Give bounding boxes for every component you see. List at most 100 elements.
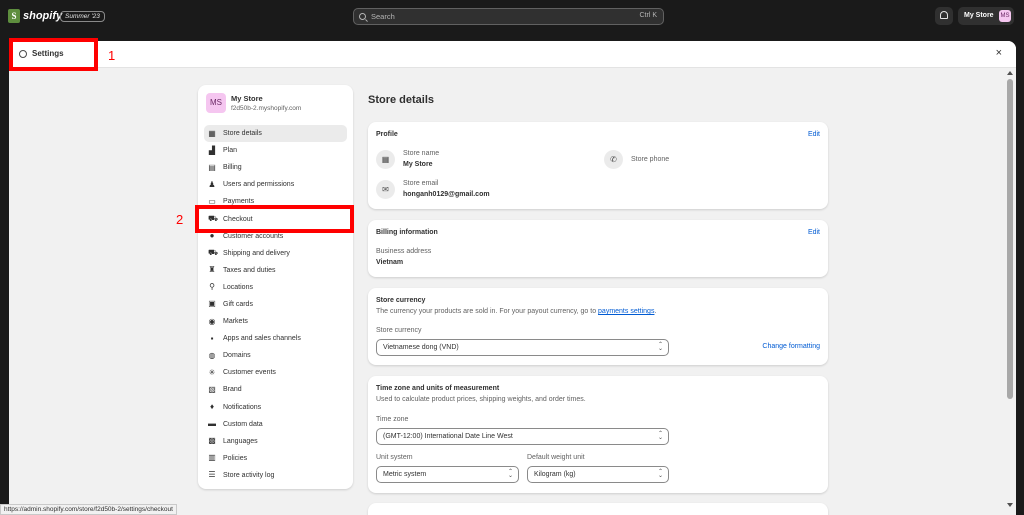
currency-title: Store currency: [376, 297, 426, 304]
customer-icon: ●: [209, 231, 215, 241]
store-name-label: Store name: [403, 150, 440, 157]
sidebar-item-label: Apps and sales channels: [223, 335, 301, 343]
sidebar-item-domains[interactable]: ◍ Domains: [204, 347, 347, 364]
sidebar-item-users[interactable]: ♟ Users and permissions: [204, 176, 347, 193]
custom-data-icon: ▬: [208, 419, 216, 429]
sidebar-item-gift-cards[interactable]: ▣ Gift cards: [204, 296, 347, 313]
billing-card: Billing information Edit Business addres…: [368, 220, 828, 277]
scroll-up-icon[interactable]: [1007, 71, 1013, 75]
chevron-updown-icon: ⌃ ⌄: [657, 342, 663, 352]
sidebar-item-languages[interactable]: ▩ Languages: [204, 433, 347, 450]
truck-icon: ⛟: [208, 248, 219, 258]
store-menu-button[interactable]: My Store MS: [958, 7, 1014, 25]
search-bar[interactable]: Search Ctrl K: [353, 8, 664, 25]
profile-title: Profile: [376, 131, 398, 138]
bell-icon: ♦: [209, 402, 215, 412]
sidebar-item-label: Locations: [223, 283, 253, 291]
brand-name: shopify: [23, 10, 63, 22]
sidebar-item-plan[interactable]: ▟ Plan: [204, 142, 347, 159]
sidebar-item-label: Users and permissions: [223, 181, 295, 189]
timezone-title: Time zone and units of measurement: [376, 385, 500, 392]
currency-card: Store currency The currency your product…: [368, 288, 828, 365]
phone-icon: ✆: [604, 150, 623, 169]
chevron-updown-icon: ⌃ ⌄: [507, 469, 513, 479]
sidebar-item-taxes[interactable]: ♜ Taxes and duties: [204, 262, 347, 279]
scroll-down-icon[interactable]: [1007, 503, 1013, 507]
billing-edit-link[interactable]: Edit: [808, 229, 820, 236]
settings-modal: Settings × MS My Store f2d50b-2.myshopif…: [9, 41, 1016, 515]
next-card: [368, 503, 828, 515]
sidebar-list: ▦ Store details ▟ Plan ▤ Billing ♟ Users and…: [204, 125, 347, 484]
edition-badge[interactable]: Summer '23: [60, 11, 105, 22]
languages-icon: ▩: [208, 436, 216, 446]
shopify-bag-icon: S: [8, 9, 20, 23]
events-icon: ✳: [208, 367, 216, 377]
store-email-value: honganh0129@gmail.com: [403, 191, 490, 198]
close-button[interactable]: ×: [996, 47, 1002, 59]
weight-unit-value: Kilogram (kg): [534, 471, 576, 478]
scrollbar[interactable]: [1006, 71, 1014, 511]
sidebar-item-store-details[interactable]: ▦ Store details: [204, 125, 347, 143]
sidebar-item-billing[interactable]: ▤ Billing: [204, 159, 347, 176]
business-address-label: Business address: [376, 248, 432, 255]
store-email-label: Store email: [403, 180, 439, 187]
sidebar-item-label: Notifications: [223, 403, 262, 411]
currency-desc-text: The currency your products are sold in. …: [376, 308, 599, 315]
brand-icon: ▧: [208, 384, 216, 394]
users-icon: ♟: [208, 179, 216, 189]
sidebar-item-custom-data[interactable]: ▬ Custom data: [204, 416, 347, 433]
page-title: Store details: [368, 94, 435, 106]
sidebar-store-url: f2d50b-2.myshopify.com: [231, 105, 302, 112]
sidebar-store-name: My Store: [231, 94, 263, 103]
sidebar-item-label: Customer accounts: [223, 232, 284, 240]
sidebar-item-label: Plan: [223, 147, 238, 155]
sidebar-item-customer-events[interactable]: ✳ Customer events: [204, 364, 347, 381]
sidebar-item-label: Store activity log: [223, 471, 275, 479]
status-url: https://admin.shopify.com/store/f2d50b-2…: [0, 504, 177, 515]
unit-system-select[interactable]: Metric system ⌃ ⌄: [376, 466, 519, 483]
shopify-logo[interactable]: S shopify: [8, 9, 62, 23]
scroll-thumb[interactable]: [1007, 79, 1013, 399]
sidebar-item-brand[interactable]: ▧ Brand: [204, 381, 347, 398]
profile-edit-link[interactable]: Edit: [808, 131, 820, 138]
domains-icon: ◍: [208, 350, 216, 360]
sidebar-item-apps[interactable]: ▪ Apps and sales channels: [204, 330, 347, 347]
timezone-card: Time zone and units of measurement Used …: [368, 376, 828, 493]
search-placeholder: Search: [371, 12, 395, 21]
settings-sidebar: MS My Store f2d50b-2.myshopify.com ▦ Stor…: [198, 85, 353, 489]
taxes-icon: ♜: [208, 265, 216, 275]
unit-system-label: Unit system: [376, 454, 413, 461]
profile-card: Profile Edit ▦ Store name My Store ✆ Sto…: [368, 122, 828, 209]
sidebar-item-locations[interactable]: ⚲ Locations: [204, 279, 347, 296]
sidebar-item-label: Custom data: [223, 420, 263, 428]
bell-icon: [940, 11, 948, 19]
timezone-label: Time zone: [376, 416, 409, 423]
store-name-value: My Store: [403, 161, 433, 168]
payments-settings-link[interactable]: payments settings: [598, 308, 654, 315]
sidebar-item-markets[interactable]: ◉ Markets: [204, 313, 347, 330]
sidebar-item-label: Store details: [223, 130, 262, 138]
timezone-select[interactable]: (GMT-12:00) International Date Line West…: [376, 428, 669, 445]
sidebar-item-label: Markets: [223, 318, 248, 326]
sidebar-item-notifications[interactable]: ♦ Notifications: [204, 399, 347, 416]
currency-field-label: Store currency: [376, 327, 422, 334]
sidebar-item-label: Billing: [223, 164, 242, 172]
sidebar-item-label: Languages: [223, 437, 258, 445]
sidebar-item-shipping[interactable]: ⛟ Shipping and delivery: [204, 245, 347, 262]
annotation-box-1: [9, 38, 98, 71]
sidebar-item-label: Policies: [223, 454, 248, 462]
store-menu-label: My Store: [964, 12, 994, 19]
change-formatting-link[interactable]: Change formatting: [762, 343, 820, 350]
chevron-updown-icon: ⌃ ⌄: [657, 431, 663, 441]
notifications-button[interactable]: [935, 7, 953, 25]
plan-icon: ▟: [208, 145, 216, 155]
currency-select[interactable]: Vietnamese dong (VND) ⌃ ⌄: [376, 339, 669, 356]
sidebar-item-label: Brand: [223, 386, 242, 394]
weight-unit-select[interactable]: Kilogram (kg) ⌃ ⌄: [527, 466, 669, 483]
weight-unit-label: Default weight unit: [527, 454, 585, 461]
gift-card-icon: ▣: [208, 299, 216, 309]
annotation-number-1: 1: [108, 48, 116, 63]
sidebar-item-policies[interactable]: ▥ Policies: [204, 450, 347, 467]
search-icon: [359, 13, 366, 20]
sidebar-item-activity-log[interactable]: ☰ Store activity log: [204, 467, 347, 484]
